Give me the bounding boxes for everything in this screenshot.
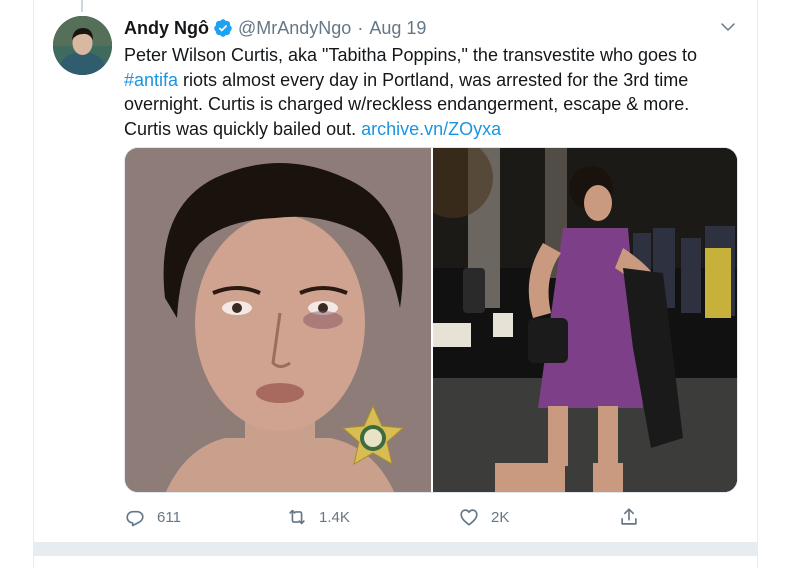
reply-count: 611	[157, 508, 181, 526]
tweet-text-segment: Curtis was quickly bailed out.	[124, 118, 362, 139]
author-name[interactable]: Andy Ngô	[124, 18, 209, 39]
reply-icon	[126, 510, 144, 527]
tweet-date[interactable]: Aug 19	[369, 18, 426, 39]
like-count: 2K	[491, 508, 510, 526]
retweet-icon	[289, 509, 305, 525]
author-handle[interactable]: @MrAndyNgo	[238, 18, 351, 39]
like-button[interactable]: 2K	[458, 506, 509, 528]
street-photo[interactable]	[413, 148, 737, 492]
tweet-header: Andy Ngô @MrAndyNgo · Aug 19	[124, 16, 426, 40]
thread-connector-line	[81, 0, 83, 12]
media-grid	[124, 147, 738, 493]
tweet-text: Peter Wilson Curtis, aka "Tabitha Poppin…	[124, 43, 744, 141]
share-button[interactable]	[618, 506, 651, 528]
heart-icon	[460, 509, 478, 526]
timeline-separator	[34, 542, 757, 556]
avatar[interactable]	[53, 16, 112, 75]
reply-button[interactable]: 611	[124, 506, 181, 528]
mugshot-photo[interactable]	[125, 148, 431, 492]
archive-link[interactable]: archive.vn/ZOyxa	[361, 119, 501, 139]
tweet-actions: 611 1.4K 2K	[124, 506, 684, 530]
hashtag-link[interactable]: #antifa	[124, 70, 178, 90]
tweet-text-line: Peter Wilson Curtis, aka "Tabitha Poppin…	[124, 45, 698, 65]
header-separator: ·	[357, 17, 364, 38]
verified-badge-icon	[213, 18, 233, 38]
share-icon	[621, 508, 637, 525]
tweet[interactable]: Andy Ngô @MrAndyNgo · Aug 19 Peter Wilso…	[34, 0, 757, 542]
tweet-text-line: overnight. Curtis is charged w/reckless …	[124, 94, 690, 114]
retweet-button[interactable]: 1.4K	[286, 506, 350, 528]
tweet-text-segment: riots almost every day in Portland, was …	[178, 69, 689, 90]
chevron-down-icon[interactable]	[719, 18, 737, 36]
retweet-count: 1.4K	[319, 508, 350, 526]
timeline-right-border	[757, 0, 758, 568]
